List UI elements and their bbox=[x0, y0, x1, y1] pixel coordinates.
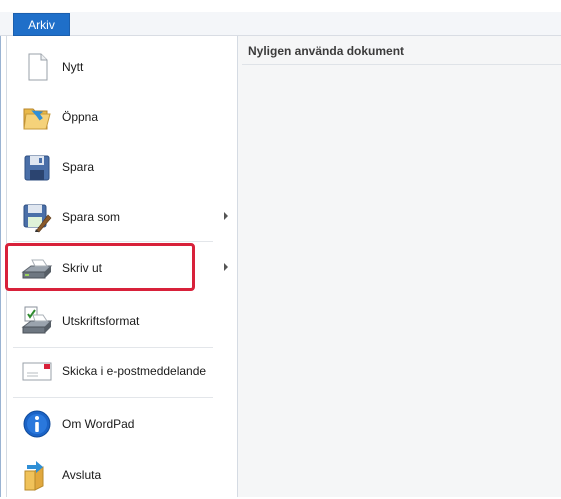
menu-item-exit[interactable]: Avsluta bbox=[7, 451, 237, 499]
menu-item-open[interactable]: Öppna bbox=[7, 93, 237, 141]
new-document-icon bbox=[28, 53, 48, 81]
menu-item-save[interactable]: Spara bbox=[7, 143, 237, 191]
file-tab[interactable]: Arkiv bbox=[13, 13, 70, 36]
save-disk-icon bbox=[24, 155, 50, 181]
menu-item-label: Nytt bbox=[62, 60, 84, 74]
email-icon bbox=[22, 362, 52, 381]
menu-separator bbox=[13, 397, 213, 398]
save-as-icon bbox=[23, 204, 52, 233]
menu-item-label: Avsluta bbox=[62, 468, 102, 482]
menu-item-page-setup[interactable]: Utskriftsformat bbox=[7, 297, 237, 345]
recent-documents-title: Nyligen använda dokument bbox=[248, 44, 405, 58]
menu-item-about[interactable]: Om WordPad bbox=[7, 400, 237, 448]
menu-separator bbox=[13, 241, 213, 242]
menu-item-label: Om WordPad bbox=[62, 417, 135, 431]
recent-documents-pane: Nyligen använda dokument bbox=[238, 36, 561, 497]
menu-item-label: Öppna bbox=[62, 110, 99, 124]
menu-item-label: Utskriftsformat bbox=[62, 314, 140, 328]
open-folder-icon bbox=[23, 108, 51, 130]
print-highlight-box bbox=[5, 243, 195, 291]
recent-title-divider bbox=[242, 64, 561, 65]
menu-item-new[interactable]: Nytt bbox=[7, 43, 237, 91]
menu-item-label: Skicka i e-postmeddelande bbox=[62, 364, 207, 378]
ribbon-tab-bar bbox=[0, 12, 561, 36]
submenu-arrow-icon bbox=[224, 212, 228, 220]
menu-item-save-as[interactable]: Spara som bbox=[7, 193, 237, 241]
submenu-arrow-icon bbox=[224, 263, 228, 271]
menu-item-label: Spara som bbox=[62, 210, 121, 224]
page-setup-icon bbox=[21, 306, 53, 334]
title-strip bbox=[0, 0, 561, 12]
exit-icon bbox=[24, 461, 44, 491]
menu-item-label: Spara bbox=[62, 160, 95, 174]
info-icon bbox=[23, 410, 51, 438]
menu-item-send-email[interactable]: Skicka i e-postmeddelande bbox=[7, 347, 237, 395]
